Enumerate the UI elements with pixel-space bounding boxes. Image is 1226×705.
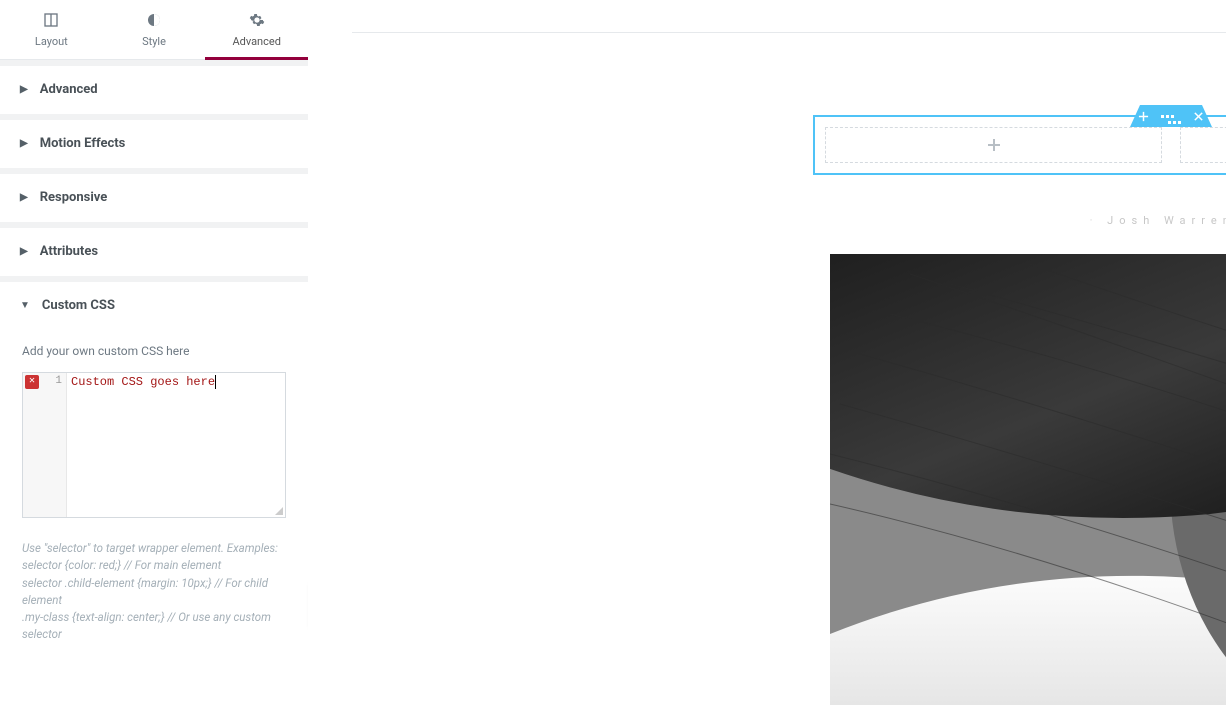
custom-css-hint: Add your own custom CSS here bbox=[22, 344, 286, 358]
section-responsive[interactable]: ▶ Responsive bbox=[0, 174, 308, 222]
section-title: Motion Effects bbox=[40, 136, 126, 151]
custom-css-editor[interactable]: ✕ 1 Custom CSS goes here bbox=[22, 372, 286, 518]
canvas-divider bbox=[352, 32, 1226, 33]
line-number: 1 bbox=[55, 375, 62, 387]
help-line: Use "selector" to target wrapper element… bbox=[22, 540, 286, 557]
page-caption: · Josh Warren · bbox=[813, 214, 1226, 227]
section-title: Responsive bbox=[40, 190, 108, 205]
tab-style[interactable]: Style bbox=[103, 0, 206, 59]
chevron-right-icon: ▶ bbox=[20, 84, 28, 95]
layout-icon bbox=[43, 12, 59, 31]
hero-image bbox=[830, 254, 1226, 705]
help-line: .my-class {text-align: center;} // Or us… bbox=[22, 609, 286, 644]
section-advanced[interactable]: ▶ Advanced bbox=[0, 66, 308, 114]
style-icon bbox=[146, 12, 162, 31]
section-title: Attributes bbox=[40, 244, 98, 259]
tab-label: Style bbox=[142, 35, 166, 48]
tab-advanced[interactable]: Advanced bbox=[205, 0, 308, 59]
chevron-right-icon: ▶ bbox=[20, 192, 28, 203]
section-motion-effects[interactable]: ▶ Motion Effects bbox=[0, 120, 308, 168]
chevron-right-icon: ▶ bbox=[20, 246, 28, 257]
panel-tabs: Layout Style Advanced bbox=[0, 0, 308, 60]
custom-css-help: Use "selector" to target wrapper element… bbox=[22, 540, 286, 644]
error-icon: ✕ bbox=[25, 375, 39, 389]
caption-text: Josh Warren bbox=[1107, 214, 1226, 227]
chevron-right-icon: ▶ bbox=[20, 138, 28, 149]
add-widget-slot[interactable] bbox=[1180, 127, 1226, 163]
preview-canvas: · Josh Warren · bbox=[308, 0, 1226, 705]
gear-icon bbox=[249, 12, 265, 31]
section-toolbar bbox=[1130, 105, 1212, 127]
editor-sidebar: Layout Style Advanced ▶ Advanced bbox=[0, 0, 308, 705]
section-title: Advanced bbox=[40, 82, 98, 97]
tab-label: Layout bbox=[35, 35, 68, 48]
custom-css-body: Add your own custom CSS here ✕ 1 Custom … bbox=[0, 330, 308, 664]
code-text: Custom CSS goes here bbox=[71, 375, 215, 389]
section-title: Custom CSS bbox=[42, 298, 115, 313]
text-cursor bbox=[215, 375, 216, 389]
help-line: selector {color: red;} // For main eleme… bbox=[22, 557, 286, 574]
canvas-section[interactable] bbox=[813, 115, 1226, 175]
drag-section-handle[interactable] bbox=[1161, 112, 1181, 121]
tab-label: Advanced bbox=[232, 35, 280, 48]
remove-section-button[interactable] bbox=[1193, 111, 1204, 122]
section-attributes[interactable]: ▶ Attributes bbox=[0, 228, 308, 276]
sections-list: ▶ Advanced ▶ Motion Effects ▶ Responsive… bbox=[0, 60, 308, 705]
caption-dot: · bbox=[1090, 214, 1099, 227]
tab-layout[interactable]: Layout bbox=[0, 0, 103, 59]
help-line: selector .child-element {margin: 10px;} … bbox=[22, 575, 286, 610]
add-widget-slot[interactable] bbox=[825, 127, 1162, 163]
section-custom-css[interactable]: ▼ Custom CSS bbox=[0, 282, 308, 330]
chevron-down-icon: ▼ bbox=[20, 300, 30, 311]
editor-gutter: ✕ 1 bbox=[23, 373, 67, 517]
code-input[interactable]: Custom CSS goes here bbox=[67, 373, 285, 517]
add-section-button[interactable] bbox=[1138, 111, 1149, 122]
resize-handle[interactable] bbox=[273, 505, 283, 515]
